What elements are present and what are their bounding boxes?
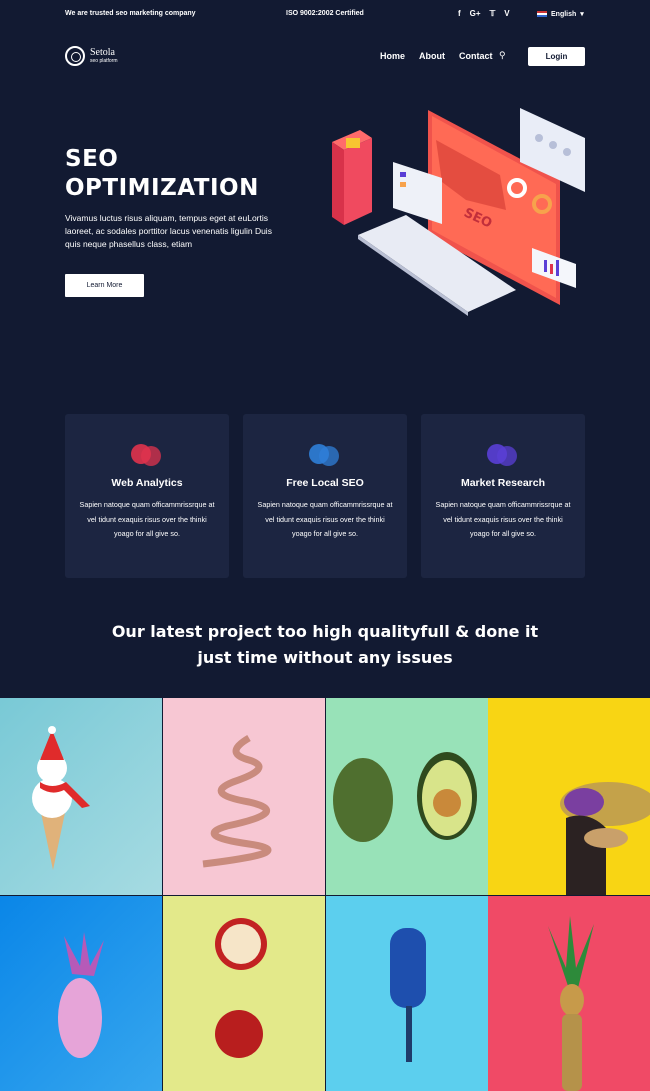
feature-card-local-seo[interactable]: Free Local SEO Sapien natoque quam offic… <box>243 414 407 578</box>
feature-title: Free Local SEO <box>286 477 364 489</box>
research-icon <box>487 442 519 470</box>
iso-text: ISO 9002:2002 Certified <box>286 10 364 17</box>
portfolio-grid <box>0 698 650 1091</box>
hay-figure-image <box>560 782 650 895</box>
search-icon[interactable]: ⚲ <box>499 50 506 61</box>
feature-card-web-analytics[interactable]: Web Analytics Sapien natoque quam offica… <box>65 414 229 578</box>
hero-title: SEO OPTIMIZATION <box>65 145 259 203</box>
top-bar: We are trusted seo marketing company ISO… <box>0 0 650 28</box>
seo-illustration: SEO <box>332 108 585 316</box>
analytics-icon <box>131 442 163 470</box>
feature-title: Market Research <box>460 477 546 489</box>
nav-home[interactable]: Home <box>380 51 405 61</box>
pink-pineapple-image <box>58 932 104 1058</box>
feature-text: Sapien natoque quam officammrissrque at … <box>257 500 393 538</box>
brand-name: Setola <box>90 47 115 58</box>
learn-more-button[interactable]: Learn More <box>65 274 144 297</box>
brand-logo[interactable]: Setola seo platform <box>65 46 118 66</box>
portfolio-item-pineapple-bottle[interactable] <box>488 896 650 1091</box>
vimeo-icon[interactable]: V <box>504 9 509 18</box>
nav-contact[interactable]: Contact <box>459 51 493 61</box>
feature-text: Sapien natoque quam officammrissrque at … <box>79 500 215 538</box>
nav-about[interactable]: About <box>419 51 445 61</box>
portfolio-item-avocado[interactable] <box>326 698 488 895</box>
google-plus-icon[interactable]: G+ <box>470 9 481 18</box>
location-icon <box>309 442 341 470</box>
main-nav: Setola seo platform Home About Contact ⚲… <box>0 40 650 74</box>
hero-description: Vivamus luctus risus aliquam, tempus ege… <box>65 213 272 249</box>
apple-image <box>215 918 267 1058</box>
section-headline: Our latest project too high qualityfull … <box>0 619 650 671</box>
language-label: English <box>551 10 577 18</box>
facebook-icon[interactable]: f <box>458 9 461 18</box>
ribbon-tree-image <box>202 734 272 868</box>
pineapple-bottle-image <box>548 916 594 1091</box>
portfolio-item-pineapple-pink[interactable] <box>0 896 162 1091</box>
social-links: f G+ 𝕋 V <box>458 9 510 18</box>
popsicle-image <box>390 928 426 1062</box>
twitter-icon[interactable]: 𝕋 <box>490 9 496 18</box>
avocado-image <box>333 752 477 842</box>
globe-icon <box>65 46 85 66</box>
portfolio-item-ribbon[interactable] <box>163 698 325 895</box>
login-button[interactable]: Login <box>528 47 585 66</box>
hero-title-line2: OPTIMIZATION <box>65 175 259 201</box>
portfolio-item-popsicle[interactable] <box>326 896 488 1091</box>
brand-subtitle: seo platform <box>90 58 118 64</box>
portfolio-item-apple[interactable] <box>163 896 325 1091</box>
portfolio-item-icecream[interactable] <box>0 698 162 895</box>
icecream-snowman-image <box>32 726 90 870</box>
caret-down-icon: ▾ <box>580 11 584 18</box>
language-select[interactable]: English ▾ <box>537 10 584 18</box>
us-flag-icon <box>537 11 547 17</box>
hero-title-line1: SEO <box>65 146 119 172</box>
headline-line2: just time without any issues <box>197 648 453 667</box>
nav-menu: Home About Contact <box>380 51 493 61</box>
portfolio-item-hay[interactable] <box>488 698 650 895</box>
headline-line1: Our latest project too high qualityfull … <box>111 622 539 641</box>
feature-title: Web Analytics <box>111 477 183 489</box>
feature-text: Sapien natoque quam officammrissrque at … <box>435 500 571 538</box>
feature-card-market-research[interactable]: Market Research Sapien natoque quam offi… <box>421 414 585 578</box>
trust-text: We are trusted seo marketing company <box>65 10 196 17</box>
